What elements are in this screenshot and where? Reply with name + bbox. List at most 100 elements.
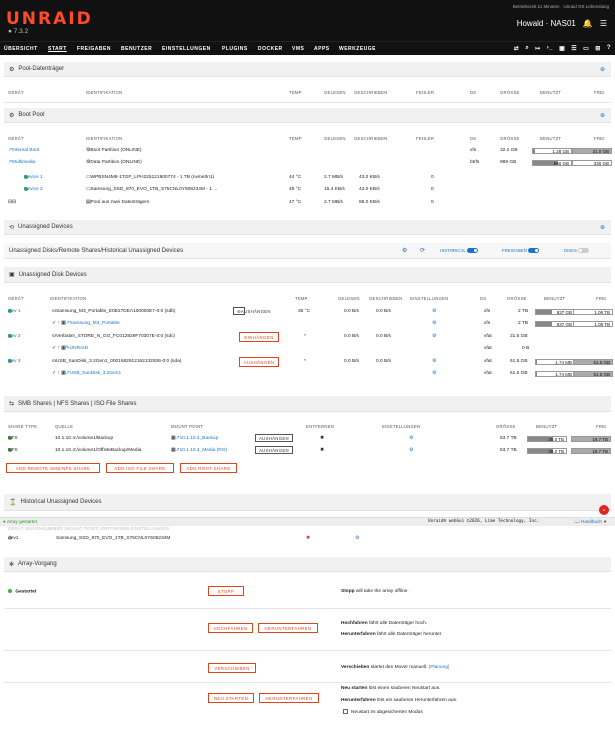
settings-gears-icon[interactable]: ⚙ — [432, 334, 436, 339]
settings-gears-icon[interactable]: ⚙ — [432, 371, 436, 376]
device-link[interactable]: ↗ Multimedia — [8, 160, 35, 165]
nav-shares[interactable]: FREIGABEN — [77, 46, 111, 52]
freigaben-toggle[interactable]: FREIGABEN — [502, 248, 540, 254]
gear-icon: ⚙ — [9, 112, 15, 119]
hist-table-header: GERÄT SERIENNUMMER (MOUNT POINT) ENTFERN… — [8, 526, 169, 531]
user-name: Howald — [516, 19, 544, 28]
monitor-icon[interactable]: ▭ — [583, 45, 589, 52]
nav-apps[interactable]: APPS — [314, 46, 330, 52]
feedback-icon[interactable]: ▣ — [559, 45, 565, 52]
disk-ident[interactable]: ⛀ Verbatim_STORE_N_GO_FC012929F70307E-0:… — [52, 334, 175, 339]
device-link[interactable]: ↗ Internal Boot — [8, 148, 39, 153]
mountpoint-link[interactable]: ▦ ↗ 10.1.10.4_Backup — [171, 436, 218, 441]
disk-ident[interactable]: ▭ Samsung_SSD_870_EVO_1TB_S75CNL0Y508234… — [86, 187, 217, 192]
settings-gear-icon[interactable]: ⚙ — [402, 247, 407, 254]
temp-value: 47 °C — [289, 200, 302, 205]
col-used: BENUTZT — [540, 136, 562, 141]
size-value: 32.2 GB — [500, 148, 518, 153]
mountpoint-link[interactable]: ▦ ↗ 10.1.10.4_Media (RO) — [171, 448, 227, 453]
read-value: 0.0 B/s — [344, 334, 359, 339]
help-icon[interactable]: ? — [607, 45, 611, 52]
pool-title: Pool-Datenträger — [18, 66, 65, 72]
toggle-view-icon[interactable]: ⊕ — [600, 112, 605, 119]
user-area: Howald · NAS01 🔔 ☰ — [517, 19, 607, 28]
nav-overview[interactable]: ÜBERSICHT — [4, 46, 38, 52]
historical-toggle[interactable]: HISTORICAL — [440, 248, 478, 254]
nav-docker[interactable]: DOCKER — [258, 46, 283, 52]
nav-vms[interactable]: VMS — [292, 46, 304, 52]
shutdown-button[interactable]: HERUNTERFAHREN — [259, 693, 319, 703]
nav-plugins[interactable]: PLUGINS — [222, 46, 248, 52]
ud-section-header: ▣ Unassigned Disk Devices — [4, 267, 611, 283]
delete-icon[interactable]: ✖ — [320, 448, 324, 453]
nav-settings[interactable]: EINSTELLUNGEN — [162, 46, 211, 52]
settings-gears-icon[interactable]: ⚙ — [409, 448, 413, 453]
scroll-down-icon[interactable]: ⌄ — [599, 505, 609, 515]
menu-icon[interactable]: ☰ — [600, 19, 607, 28]
col-read: GELESEN — [338, 296, 360, 301]
unmount-button[interactable]: ⊖ AUSHÄNGEN — [233, 307, 271, 315]
partition-controls[interactable]: ✓ ↑ ▦ ↗ USB_SanDisk_3.2Gen1 — [52, 371, 121, 376]
read-value: 16.4 KB/s — [324, 187, 345, 192]
refresh-icon[interactable]: ⟳ — [420, 247, 425, 254]
boot-section-header: ⚙ Boot Pool ⊕ — [4, 108, 611, 123]
add-remote-share-button[interactable]: ADD REMOTE SMB/NFS SHARE — [6, 463, 100, 473]
disk-ident[interactable]: ▭ WPBSN4M8-1TGP_LPH225121900774 - 1 TB (… — [86, 175, 214, 180]
disk-ident[interactable]: ⛀ Samsung_M3_Portable_E0E27DEA100000E7-0… — [52, 309, 176, 314]
expand-icon[interactable]: ⊟⊟ — [8, 200, 16, 205]
delete-icon[interactable]: ✖ — [320, 436, 324, 441]
spinup-button[interactable]: HOCHFAHREN — [208, 623, 253, 633]
terminal-icon[interactable]: ›_ — [547, 45, 553, 52]
col-free: FREI — [596, 424, 607, 429]
disk-ident[interactable]: ⛀ USB_SanDisk_3.2Gen1_000168291216213292… — [52, 359, 181, 364]
partition-controls[interactable]: ✓ ↑ ▦ ↗ Samsung_M3_Portable — [52, 321, 120, 326]
safemode-checkbox[interactable]: Neustart im abgesicherten Modus — [343, 709, 423, 715]
col-temp: TEMP. — [295, 296, 309, 301]
unmount-button[interactable]: AUSHÄNGEN — [239, 357, 279, 367]
manual-link[interactable]: 📖 Handbuch — [574, 519, 602, 525]
col-fs: DS — [470, 90, 477, 95]
logout-icon[interactable]: ↦ — [535, 45, 541, 52]
smb-section-header: ⇆ SMB Shares | NFS Shares | ISO File Shar… — [4, 396, 611, 412]
disks-toggle[interactable]: DISKS — [564, 248, 590, 254]
col-errors: FEHLER — [416, 90, 435, 95]
info-icon[interactable]: ⊞ — [595, 45, 601, 52]
settings-gears-icon[interactable]: ⚙ — [432, 309, 436, 314]
switch-icon[interactable]: ⇄ — [514, 45, 520, 52]
boot-partition-label: ⚙ Boot Partition (ONLINE) — [86, 148, 142, 153]
size-value: 53.7 TB — [500, 436, 517, 441]
col-read: GELESEN — [324, 90, 346, 95]
nav-tools[interactable]: WERKZEUGE — [339, 46, 376, 52]
delete-icon[interactable]: ✖ — [306, 536, 310, 541]
spindown-button[interactable]: HERUNTERFAHREN — [258, 623, 318, 633]
col-fs: DS — [470, 136, 477, 141]
size-value: 61.5 GB — [510, 371, 528, 376]
add-iso-share-button[interactable]: ADD ISO FILE SHARE — [106, 463, 174, 473]
unmount-button[interactable]: AUSHÄNGEN — [255, 434, 293, 442]
search-icon[interactable]: ⌕ — [525, 45, 529, 52]
unraid-logo[interactable]: UNRAID — [6, 9, 93, 29]
toggle-view-icon[interactable]: ⊕ — [600, 224, 605, 231]
move-button[interactable]: VERSCHIEBEN — [208, 663, 256, 673]
col-mountpoint: MOUNT POINT — [171, 424, 204, 429]
add-root-share-button[interactable]: ADD ROOT SHARE — [180, 463, 237, 473]
log-icon[interactable]: ☰ — [571, 45, 577, 52]
nav-users[interactable]: BENUTZER — [121, 46, 152, 52]
toggle-view-icon[interactable]: ⊕ — [600, 66, 605, 73]
schedule-link[interactable]: (Planung) — [429, 665, 450, 670]
col-read: GELESEN — [324, 136, 346, 141]
settings-gears-icon[interactable]: ⚙ — [432, 321, 436, 326]
partition-controls[interactable]: ✓ ↑ ▦ ✎ UNRAID — [52, 346, 88, 351]
source-value: 10.1.10.4:/volume1/OffsiteBackup/Media — [55, 448, 142, 453]
read-value: 0.0 B/s — [344, 359, 359, 364]
stop-button[interactable]: STOPP — [208, 586, 244, 596]
nav-start[interactable]: START — [48, 46, 67, 52]
unmount-button[interactable]: AUSHÄNGEN — [255, 446, 293, 454]
settings-gears-icon[interactable]: ⚙ — [432, 359, 436, 364]
col-free: FREI — [596, 296, 607, 301]
reboot-button[interactable]: NEU STARTEN — [208, 693, 254, 703]
settings-gears-icon[interactable]: ⚙ — [409, 436, 413, 441]
bell-icon[interactable]: 🔔 — [583, 19, 593, 28]
settings-gears-icon[interactable]: ⚙ — [355, 536, 359, 541]
mount-button[interactable]: EINHÄNGEN — [239, 332, 279, 342]
